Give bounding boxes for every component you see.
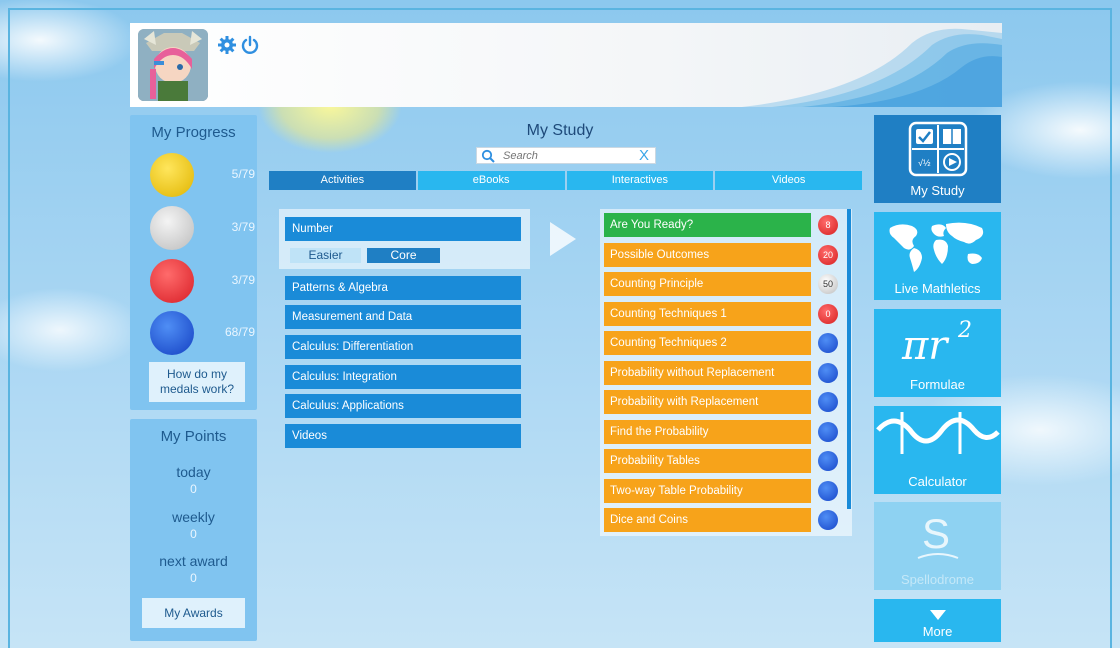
silver-medal-count: 3/79 (231, 220, 255, 234)
topic-number[interactable]: Number (285, 217, 521, 241)
spellodrome-icon: S (917, 510, 959, 559)
gear-icon[interactable] (217, 35, 237, 55)
blue-medal-count: 68/79 (224, 325, 255, 339)
header-wave-graphic (742, 28, 1002, 107)
level-easier-button[interactable]: Easier (290, 248, 361, 263)
play-arrow-icon (550, 222, 576, 256)
activity-item[interactable]: Possible Outcomes (604, 243, 811, 267)
silver-medal-icon (150, 206, 194, 250)
silver-medal-badge-icon: 50 (818, 274, 838, 294)
medal-row-red: 3/79 (150, 259, 255, 309)
points-next-award-value: 0 (190, 571, 197, 585)
gold-medal-icon (150, 153, 194, 197)
points-title: My Points (160, 428, 227, 445)
activity-scrollbar[interactable] (847, 209, 851, 509)
blue-medal-badge-icon (818, 422, 838, 442)
points-today-value: 0 (190, 482, 197, 496)
svg-text:√½: √½ (918, 158, 931, 168)
topic-videos[interactable]: Videos (285, 424, 521, 448)
topic-calculus-applications[interactable]: Calculus: Applications (285, 394, 521, 418)
points-today-label: today (176, 464, 211, 480)
topic-patterns-algebra[interactable]: Patterns & Algebra (285, 276, 521, 300)
search-icon (481, 149, 495, 163)
search-input[interactable] (503, 148, 633, 163)
tile-calculator-label: Calculator (908, 474, 967, 489)
points-panel: My Points today 0 weekly 0 next award 0 … (130, 419, 257, 641)
blue-medal-badge-icon (818, 333, 838, 353)
blue-medal-badge-icon (818, 451, 838, 471)
blue-medal-badge-icon (818, 363, 838, 383)
points-next-award-label: next award (159, 553, 228, 569)
activity-item[interactable]: Probability without Replacement (604, 361, 811, 385)
tab-videos[interactable]: Videos (715, 171, 862, 190)
gold-medal-count: 5/79 (231, 167, 255, 181)
activity-item[interactable]: Counting Principle (604, 272, 811, 296)
tab-activities[interactable]: Activities (269, 171, 416, 190)
header-bar (130, 23, 1002, 107)
more-button[interactable]: More (874, 599, 1001, 642)
activity-item[interactable]: Counting Techniques 2 (604, 331, 811, 355)
blue-medal-icon (150, 311, 194, 355)
red-medal-badge-icon: 8 (818, 215, 838, 235)
study-tabs: Activities eBooks Interactives Videos (269, 171, 862, 190)
activity-item[interactable]: Probability with Replacement (604, 390, 811, 414)
blue-medal-badge-icon (818, 481, 838, 501)
blue-medal-badge-icon (818, 392, 838, 412)
tile-my-study[interactable]: √½ My Study (874, 115, 1001, 203)
tile-my-study-label: My Study (910, 183, 965, 198)
power-icon[interactable] (240, 35, 260, 55)
svg-text:2: 2 (957, 318, 972, 343)
tile-formulae-label: Formulae (910, 377, 965, 392)
my-study-icon: √½ (908, 121, 968, 177)
tile-calculator[interactable]: Calculator (874, 406, 1001, 494)
activity-item[interactable]: Counting Techniques 1 (604, 302, 811, 326)
red-medal-count: 3/79 (231, 273, 255, 287)
medal-row-silver: 3/79 (150, 206, 255, 256)
activity-item[interactable]: Find the Probability (604, 420, 811, 444)
tile-live-mathletics-label: Live Mathletics (894, 281, 981, 296)
avatar[interactable] (138, 29, 208, 101)
close-icon[interactable]: X (639, 147, 649, 164)
red-medal-badge-icon: 20 (818, 245, 838, 265)
medals-help-button[interactable]: How do my medals work? (149, 362, 245, 402)
activity-item[interactable]: Dice and Coins (604, 508, 811, 532)
medal-row-blue: 68/79 (150, 311, 255, 361)
search-box: X (476, 147, 656, 164)
activity-item[interactable]: Are You Ready? (604, 213, 811, 237)
tile-live-mathletics[interactable]: Live Mathletics (874, 212, 1001, 300)
avatar-image (138, 29, 208, 101)
activity-item[interactable]: Probability Tables (604, 449, 811, 473)
progress-panel: My Progress 5/79 3/79 3/79 68/79 How do … (130, 115, 257, 410)
topic-measurement-data[interactable]: Measurement and Data (285, 305, 521, 329)
tile-spellodrome-label: Spellodrome (901, 572, 974, 587)
wave-graph-icon (876, 412, 1000, 454)
topic-calculus-differentiation[interactable]: Calculus: Differentiation (285, 335, 521, 359)
level-core-button[interactable]: Core (367, 248, 440, 263)
my-awards-button[interactable]: My Awards (142, 598, 245, 628)
tile-formulae[interactable]: πr 2 Formulae (874, 309, 1001, 397)
tab-interactives[interactable]: Interactives (566, 171, 714, 190)
points-weekly-label: weekly (172, 509, 215, 525)
blue-medal-badge-icon (818, 510, 838, 530)
world-map-icon (889, 222, 984, 272)
points-weekly-value: 0 (190, 527, 197, 541)
tab-ebooks[interactable]: eBooks (417, 171, 565, 190)
progress-title: My Progress (151, 124, 236, 141)
red-medal-badge-icon: 0 (818, 304, 838, 324)
activity-item[interactable]: Two-way Table Probability (604, 479, 811, 503)
topic-calculus-integration[interactable]: Calculus: Integration (285, 365, 521, 389)
tile-spellodrome[interactable]: S Spellodrome (874, 502, 1001, 590)
svg-text:S: S (922, 510, 950, 557)
chevron-down-icon (930, 610, 946, 620)
red-medal-icon (150, 259, 194, 303)
more-label: More (922, 624, 953, 639)
page-title: My Study (526, 122, 594, 139)
pi-r-squared-icon: πr 2 (901, 318, 972, 367)
medal-row-gold: 5/79 (150, 153, 255, 203)
svg-text:πr: πr (901, 323, 950, 367)
